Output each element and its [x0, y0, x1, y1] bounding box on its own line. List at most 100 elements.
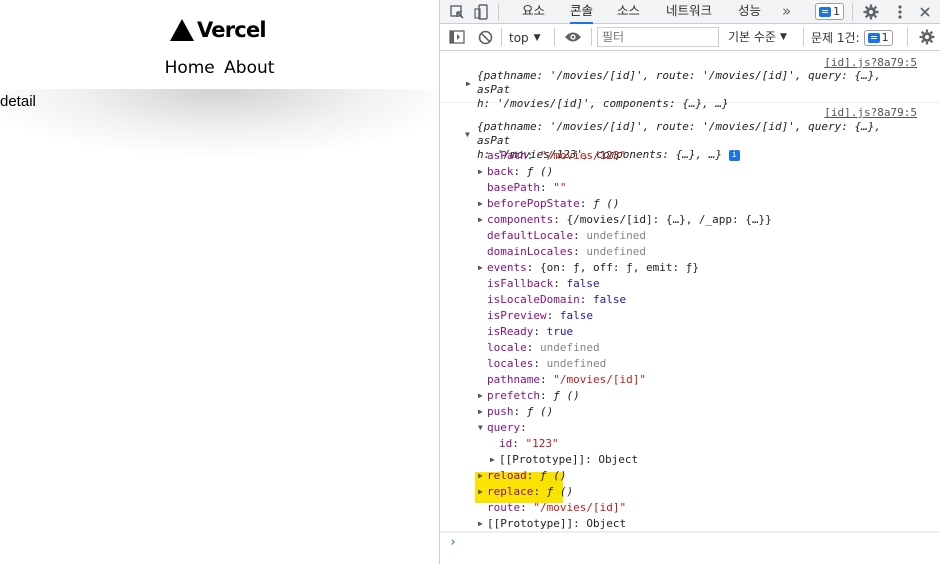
property-key: domainLocales: [487, 245, 574, 258]
expand-triangle-icon[interactable]: ▶: [466, 79, 471, 88]
property-value: false: [592, 293, 627, 306]
toolbar-separator: [803, 28, 804, 46]
property-value: "/movies/[id]": [553, 373, 646, 386]
property-key: components: [487, 213, 554, 226]
tab-elements[interactable]: 요소: [522, 0, 545, 24]
property-key: defaultLocale: [487, 229, 574, 242]
property-row[interactable]: ▶ components: {/movies/[id]: {…}, /_app: …: [478, 212, 772, 228]
property-row[interactable]: ▶ push: ƒ (): [478, 404, 553, 420]
property-row: basePath: "": [487, 180, 566, 196]
property-row[interactable]: ▶ [[Prototype]]: Object: [478, 516, 627, 532]
inspect-element-icon[interactable]: [448, 3, 466, 21]
collapse-triangle-icon[interactable]: ▼: [478, 420, 483, 436]
console-settings-gear-icon[interactable]: [918, 28, 936, 46]
tab-network[interactable]: 네트워크: [666, 0, 712, 24]
property-row: isPreview: false: [487, 308, 593, 324]
colon: :: [526, 469, 540, 482]
nav-link-home[interactable]: Home: [165, 58, 215, 78]
settings-gear-icon[interactable]: [862, 3, 880, 21]
log-level-select[interactable]: 기본 수준 ▼: [728, 28, 787, 45]
property-key: isPreview: [487, 309, 547, 322]
issues-badge-count: 1: [833, 5, 840, 18]
colon: :: [573, 517, 587, 530]
device-toolbar-icon[interactable]: [473, 3, 491, 21]
property-row[interactable]: ▶ [[Prototype]]: Object: [490, 452, 638, 468]
console-message: [id].js?8a79:5 ▼ {pathname: '/movies/[id…: [440, 103, 940, 532]
clear-console-icon[interactable]: [476, 28, 494, 46]
property-key: id: [499, 437, 513, 450]
more-tabs-button[interactable]: »: [782, 0, 791, 24]
property-row: isReady: true: [487, 324, 573, 340]
tab-sources[interactable]: 소스: [617, 0, 640, 24]
property-value: Object: [586, 517, 627, 530]
property-value: undefined: [540, 341, 600, 354]
property-value: undefined: [546, 357, 607, 370]
source-link[interactable]: [id].js?8a79:5: [824, 106, 917, 119]
console-message: [id].js?8a79:5 ▶ {pathname: '/movies/[id…: [440, 52, 940, 110]
expand-triangle-icon[interactable]: ▶: [478, 468, 483, 484]
property-row[interactable]: ▶ prefetch: ƒ (): [478, 388, 580, 404]
console-prompt[interactable]: ›: [449, 535, 457, 550]
tab-performance[interactable]: 성능: [738, 0, 761, 24]
info-icon[interactable]: i: [728, 149, 740, 161]
live-expression-eye-icon[interactable]: [562, 28, 584, 46]
expand-triangle-icon[interactable]: ▶: [478, 484, 483, 500]
expand-triangle-icon[interactable]: ▶: [478, 388, 483, 404]
log-level-value: 기본 수준: [728, 30, 776, 44]
prompt-divider: [440, 532, 940, 533]
property-value: ƒ (): [546, 485, 574, 498]
source-link[interactable]: [id].js?8a79:5: [824, 56, 917, 69]
expand-triangle-icon[interactable]: ▶: [478, 164, 483, 180]
property-row[interactable]: ▼ query:: [478, 420, 527, 436]
colon: :: [533, 325, 547, 338]
console-filter-input[interactable]: [597, 27, 719, 47]
nav-link-about[interactable]: About: [224, 58, 274, 78]
expand-triangle-icon[interactable]: ▶: [478, 404, 483, 420]
toolbar-separator: [907, 28, 908, 46]
property-row: pathname: "/movies/[id]": [487, 372, 646, 388]
property-row: route: "/movies/[id]": [487, 500, 626, 516]
colon: :: [539, 389, 554, 402]
issues-button[interactable]: 문제 1건: 1: [811, 28, 893, 47]
property-key: route: [487, 501, 521, 514]
nav-shadow: [0, 89, 439, 229]
colon: :: [579, 293, 593, 306]
colon: :: [513, 165, 527, 178]
context-select[interactable]: top ▼: [509, 28, 541, 47]
vercel-triangle-icon: [170, 19, 194, 41]
colon: :: [539, 373, 554, 386]
collapse-triangle-icon[interactable]: ▼: [465, 130, 470, 139]
close-devtools-icon[interactable]: [916, 3, 934, 21]
property-key: locale: [487, 341, 527, 354]
colon: :: [526, 149, 540, 162]
colon: :: [526, 341, 540, 354]
property-row[interactable]: ▶ replace: ƒ (): [478, 484, 574, 500]
expand-triangle-icon[interactable]: ▶: [478, 212, 483, 228]
property-row[interactable]: ▶ beforePopState: ƒ (): [478, 196, 619, 212]
property-row[interactable]: ▶ reload: ƒ (): [478, 468, 567, 484]
property-key: prefetch: [487, 389, 540, 402]
tab-console[interactable]: 콘솔: [570, 0, 594, 24]
property-row[interactable]: ▶ back: ƒ (): [478, 164, 554, 180]
colon: :: [513, 405, 527, 418]
expand-triangle-icon[interactable]: ▶: [490, 452, 495, 468]
property-value: ƒ (): [540, 469, 567, 482]
property-value: false: [559, 309, 593, 322]
issues-badge[interactable]: 1: [815, 3, 844, 20]
expand-triangle-icon[interactable]: ▶: [478, 516, 483, 532]
property-key: isReady: [487, 325, 534, 338]
property-key: locales: [487, 357, 534, 370]
property-value: ƒ (): [526, 165, 554, 178]
expand-triangle-icon[interactable]: ▶: [478, 196, 483, 212]
property-key: back: [487, 165, 514, 178]
console-toolbar: top ▼ 기본 수준 ▼ 문제 1건: 1: [440, 24, 940, 51]
property-key: isLocaleDomain: [487, 293, 580, 306]
property-row[interactable]: ▶ events: {on: ƒ, off: ƒ, emit: ƒ}: [478, 260, 699, 276]
more-options-icon[interactable]: [891, 3, 909, 21]
expand-triangle-icon[interactable]: ▶: [478, 260, 483, 276]
vercel-logo[interactable]: Vercel: [169, 17, 267, 43]
colon: :: [553, 277, 567, 290]
sidebar-toggle-icon[interactable]: [448, 28, 466, 46]
property-value: "": [553, 181, 567, 194]
devtools-panel: 요소 콘솔 소스 네트워크 성능 » 1 top ▼ 필터 기본 수준 ▼ 문제…: [439, 0, 940, 564]
